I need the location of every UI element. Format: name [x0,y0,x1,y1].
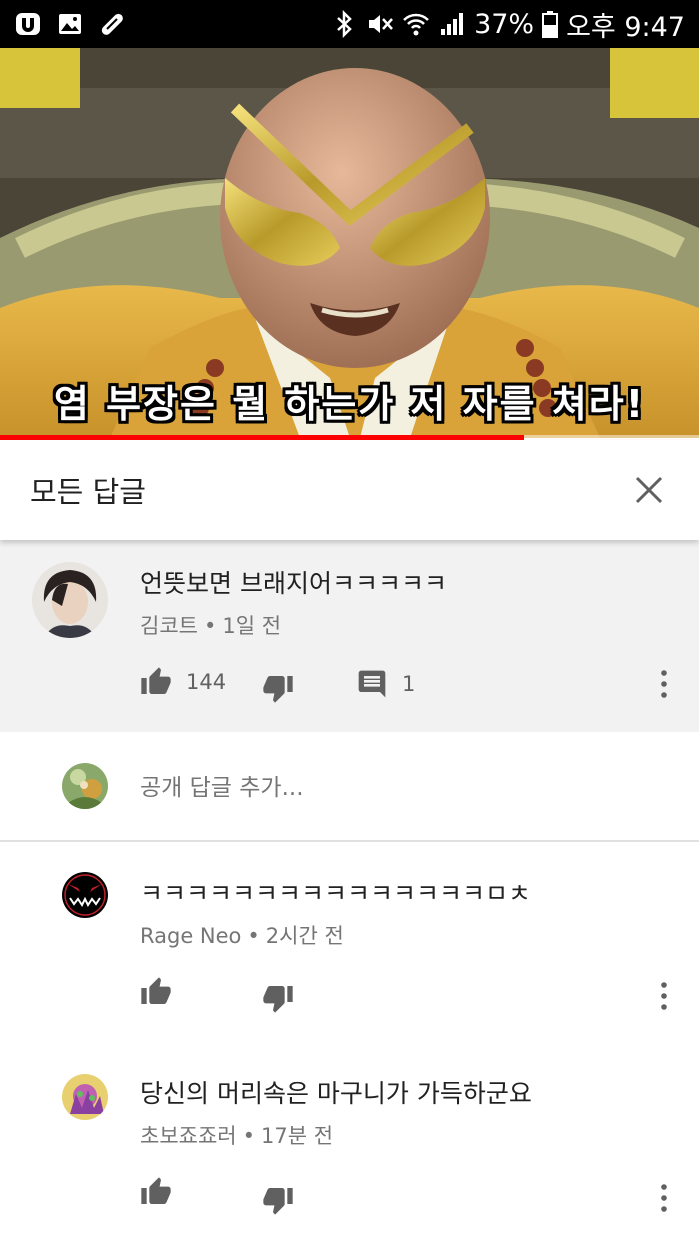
more-options-button[interactable] [652,976,676,1016]
gallery-icon [56,10,84,38]
dislike-button[interactable] [262,672,294,704]
video-subtitle: 염 부장은 뭘 하는가 저 자를 쳐라! [53,382,646,426]
comment-time: 1일 전 [222,614,282,638]
reply-time: 2시간 전 [265,924,344,948]
comment-icon [358,670,386,698]
thumbs-down-icon [263,1188,293,1215]
divider [0,840,699,842]
like-count: 144 [186,670,227,694]
thumbs-down-icon [263,676,293,703]
dislike-button[interactable] [262,1184,294,1216]
signal-icon [438,10,466,38]
reply-count: 1 [402,672,416,696]
reply-author[interactable]: Rage Neo [140,924,241,948]
meta-separator: • [203,614,217,638]
wifi-icon [402,10,430,38]
main-comment: 언뜻보면 브래지어ㅋㅋㅋㅋㅋ 김코트 • 1일 전 144 1 [0,540,699,732]
avatar[interactable] [62,872,108,918]
mute-icon [366,10,394,38]
replies-header: 모든 답글 [0,440,699,540]
more-options-button[interactable] [652,1178,676,1218]
close-button[interactable] [629,470,669,510]
comment-author[interactable]: 김코트 [140,614,198,638]
reply-input[interactable] [140,768,620,808]
reply-meta: Rage Neo • 2시간 전 [140,920,344,950]
like-button[interactable] [140,1176,172,1208]
reply-input-row [0,732,699,840]
more-options-button[interactable] [652,664,676,704]
more-vert-icon [661,982,667,1010]
replies-title: 모든 답글 [30,475,146,509]
user-avatar [62,763,108,809]
meta-separator: • [247,924,260,948]
reply-button[interactable]: 1 [356,668,415,700]
thumbs-down-icon [263,986,293,1013]
comment-meta: 김코트 • 1일 전 [140,610,281,640]
thumbs-up-icon [141,1177,171,1204]
reply-time: 17분 전 [261,1124,334,1148]
reply-text: ㅋㅋㅋㅋㅋㅋㅋㅋㅋㅋㅋㅋㅋㅋㅋㅁㅊ [140,879,532,908]
video-player[interactable]: 염 부장은 뭘 하는가 저 자를 쳐라! [0,48,699,438]
comment-text: 언뜻보면 브래지어ㅋㅋㅋㅋㅋ [140,569,447,598]
reply-text: 당신의 머리속은 마구니가 가득하군요 [140,1079,532,1108]
pill-icon [98,10,126,38]
dislike-button[interactable] [262,982,294,1014]
status-bar: 37% 오후 9:47 [0,0,699,48]
reply-meta: 초보죠죠러 • 17분 전 [140,1120,333,1150]
thumbs-up-icon [141,667,171,694]
avatar[interactable] [32,562,108,638]
more-vert-icon [661,670,667,698]
like-button[interactable] [140,976,172,1008]
thumbs-up-icon [141,977,171,1004]
battery-icon [542,10,559,38]
avatar[interactable] [62,1074,108,1120]
close-icon [635,476,663,504]
clock: 오후 9:47 [566,11,685,43]
more-vert-icon [661,1184,667,1212]
battery-percent: 37% [474,8,535,40]
meta-separator: • [242,1124,255,1148]
reply-author[interactable]: 초보죠죠러 [140,1124,237,1148]
bluetooth-icon [330,10,358,38]
app-notification-icon [14,10,42,38]
like-button[interactable]: 144 [140,666,226,698]
